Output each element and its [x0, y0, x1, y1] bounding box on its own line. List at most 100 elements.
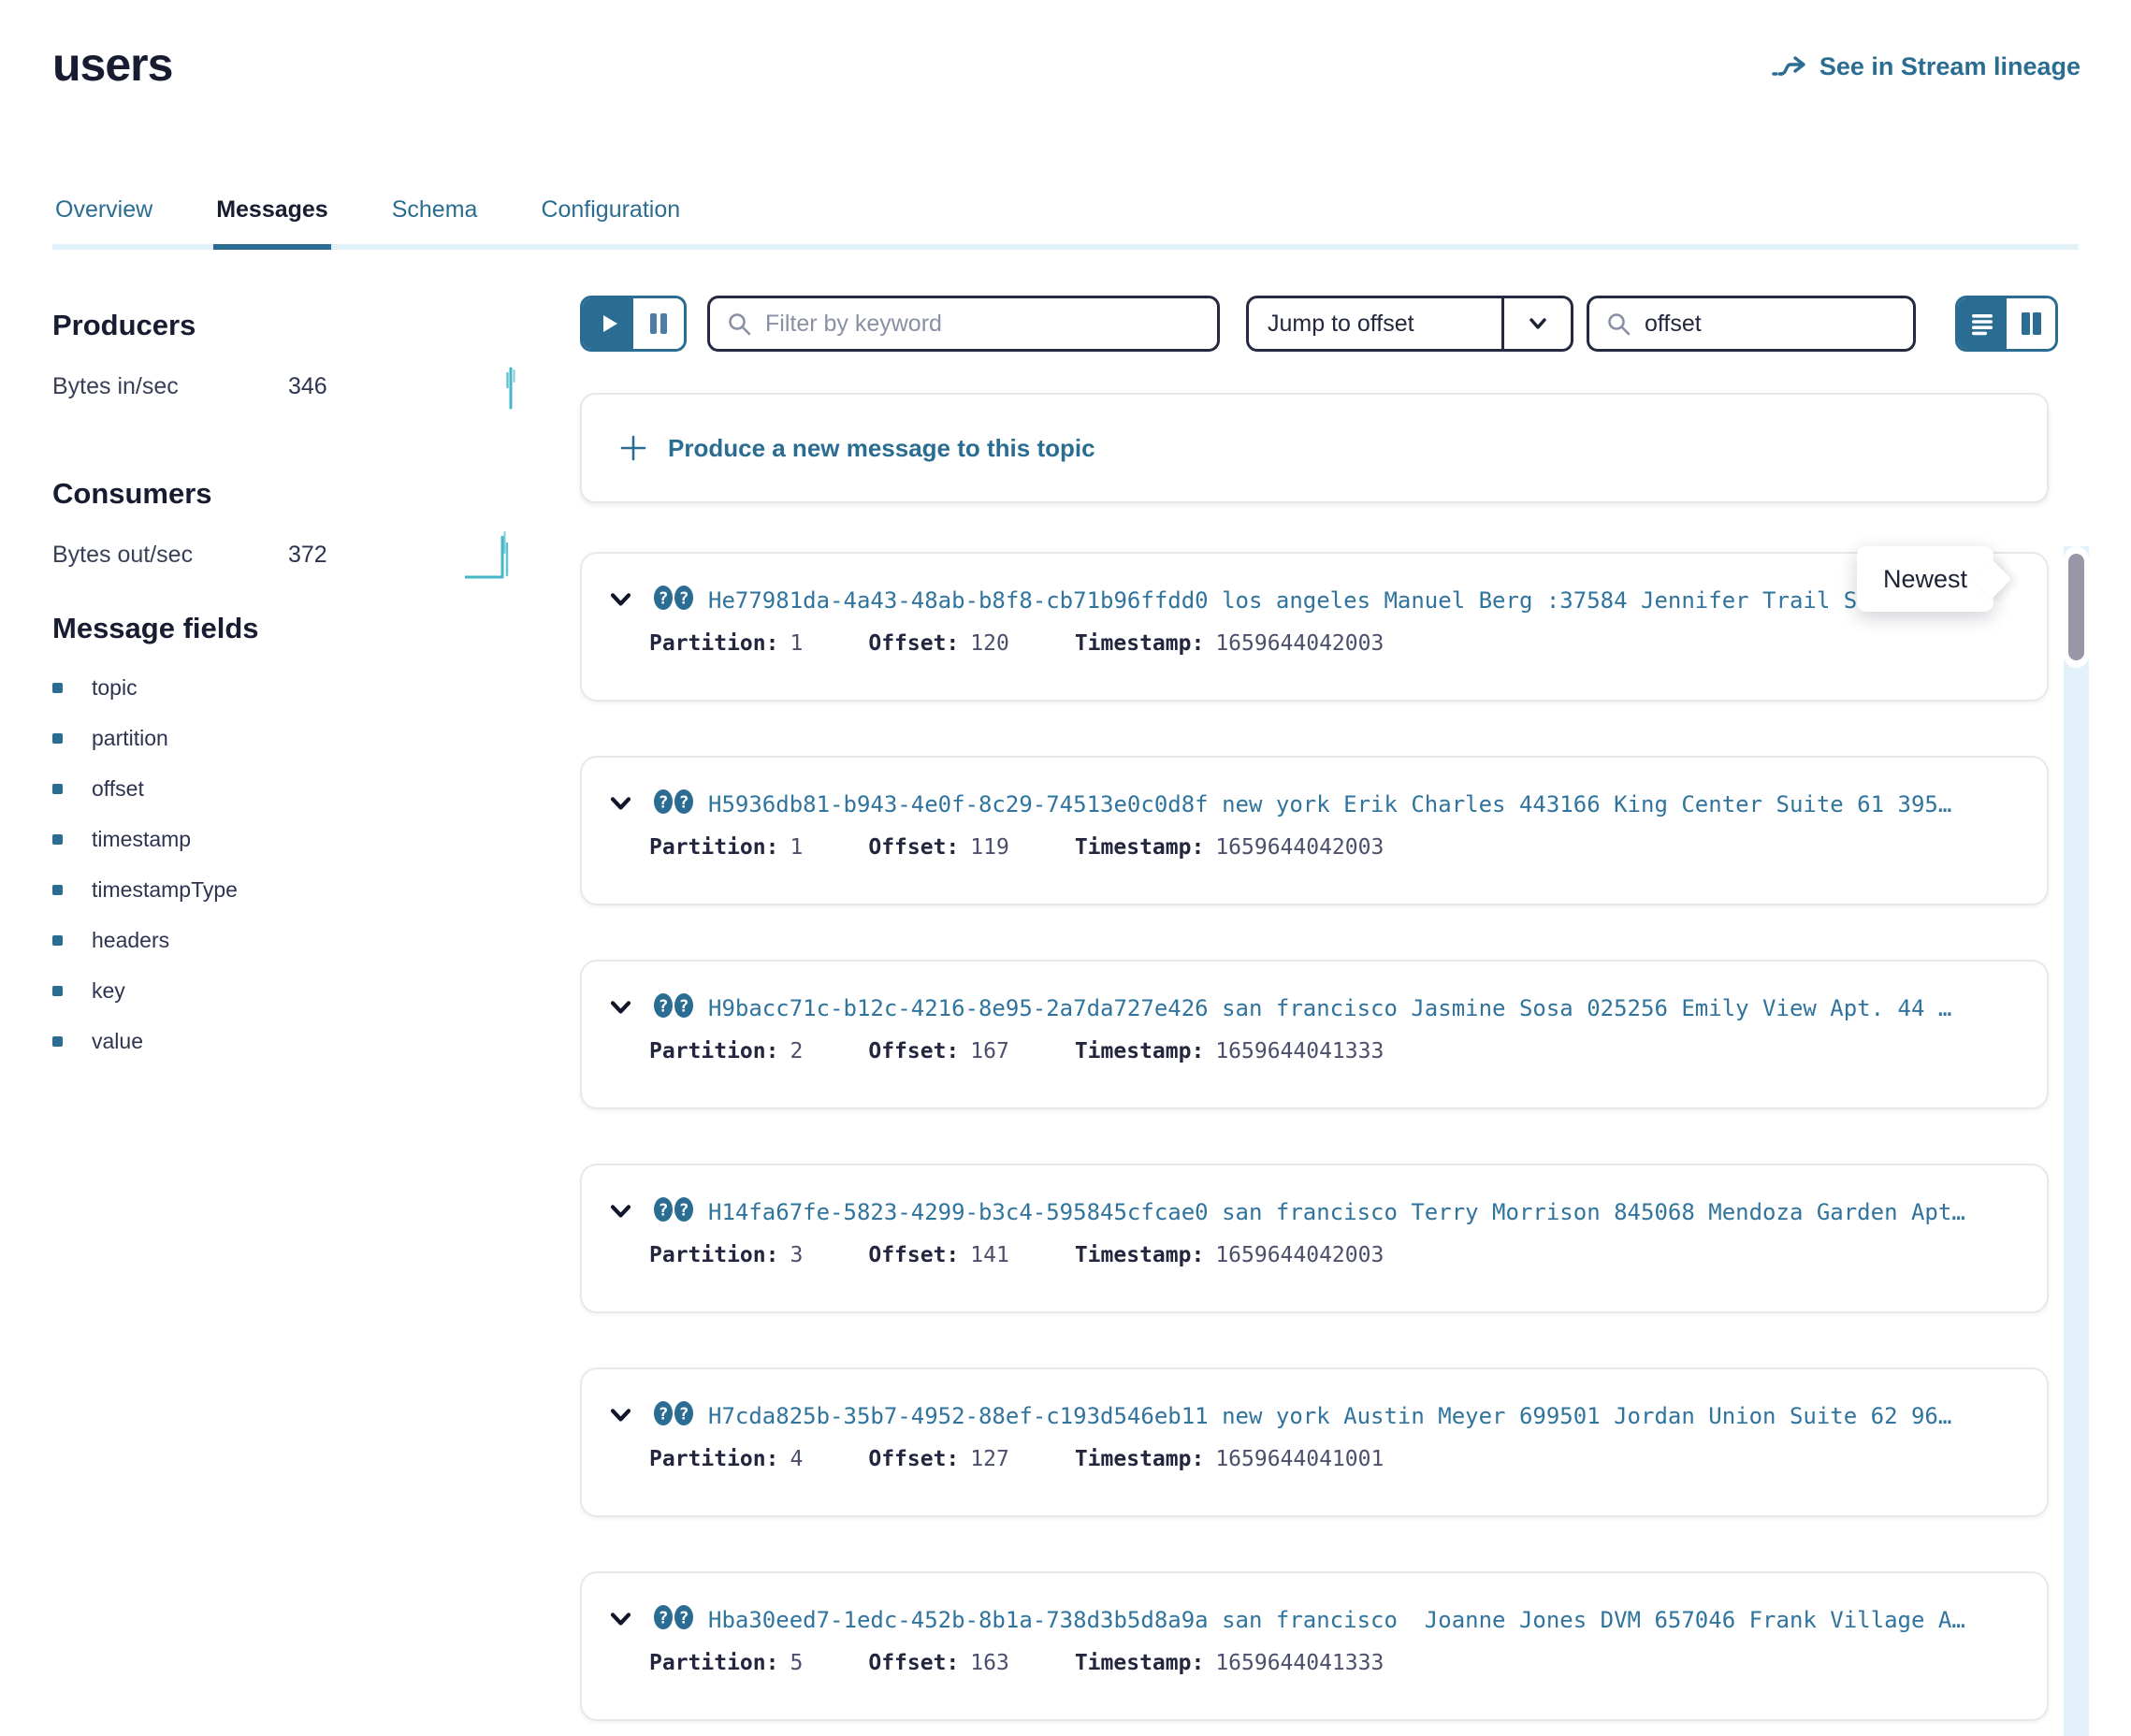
svg-text:?: ? [659, 793, 669, 813]
offset-meta: Offset: 119 [868, 835, 1008, 860]
offset-meta: Offset: 120 [868, 631, 1008, 656]
newest-tooltip-label: Newest [1883, 565, 1967, 594]
svg-text:?: ? [659, 1405, 669, 1425]
message-field-label: partition [92, 726, 168, 751]
square-bullet-icon [52, 683, 63, 693]
message-field-item[interactable]: offset [52, 763, 525, 814]
timestamp-meta: Timestamp: 1659644041001 [1075, 1447, 1384, 1471]
scrollbar-track[interactable] [2064, 546, 2089, 1736]
offset-label: Offset: [868, 1243, 959, 1267]
square-bullet-icon [52, 885, 63, 895]
timestamp-value: 1659644041333 [1215, 1039, 1384, 1063]
offset-label: Offset: [868, 1039, 959, 1063]
expand-chevron-icon[interactable] [608, 587, 633, 613]
jump-to-offset-select[interactable]: Jump to offset [1246, 296, 1573, 352]
partition-meta: Partition: 1 [649, 835, 803, 860]
format-unknown-icons: ? ? [652, 1195, 695, 1228]
message-key-summary: Hba30eed7-1edc-452b-8b1a-738d3b5d8a9a sa… [708, 1607, 2022, 1633]
lineage-link-label: See in Stream lineage [1819, 52, 2080, 81]
timestamp-value: 1659644042003 [1215, 835, 1384, 860]
expand-chevron-icon[interactable] [608, 1199, 633, 1224]
offset-value: 127 [970, 1447, 1009, 1471]
scrollbar-thumb[interactable] [2068, 554, 2084, 660]
timestamp-meta: Timestamp: 1659644042003 [1075, 835, 1384, 860]
message-field-item[interactable]: timestampType [52, 864, 525, 915]
format-unknown-icons: ? ? [652, 788, 695, 820]
message-row[interactable]: ? ? H14fa67fe-5823-4299-b3c4-595845cfcae… [580, 1164, 2049, 1313]
svg-text:?: ? [659, 589, 669, 609]
offset-label: Offset: [868, 631, 959, 656]
pause-icon [645, 311, 672, 337]
produce-message-label: Produce a new message to this topic [668, 434, 1095, 463]
expand-chevron-icon[interactable] [608, 995, 633, 1020]
partition-value: 1 [790, 631, 803, 656]
keyword-filter[interactable] [707, 296, 1220, 352]
offset-label: Offset: [868, 1447, 959, 1471]
message-row[interactable]: ? ? H5936db81-b943-4e0f-8c29-74513e0c0d8… [580, 756, 2049, 905]
filter-input[interactable] [765, 311, 1200, 338]
message-row[interactable]: ? ? H9bacc71c-b12c-4216-8e95-2a7da727e42… [580, 960, 2049, 1109]
partition-label: Partition: [649, 835, 778, 860]
play-button[interactable] [583, 298, 633, 349]
format-unknown-icons: ? ? [652, 1399, 695, 1432]
list-view-button[interactable] [1958, 298, 2007, 349]
message-field-item[interactable]: topic [52, 662, 525, 713]
offset-value: 167 [970, 1039, 1009, 1063]
square-bullet-icon [52, 935, 63, 946]
offset-meta: Offset: 163 [868, 1651, 1008, 1675]
lineage-arrow-icon [1771, 53, 1808, 81]
message-row[interactable]: ? ? H7cda825b-35b7-4952-88ef-c193d546eb1… [580, 1367, 2049, 1517]
format-unknown-icons: ? ? [652, 991, 695, 1024]
tab[interactable]: Schema [389, 189, 481, 244]
tab[interactable]: Messages [213, 189, 331, 250]
offset-value: 120 [970, 631, 1009, 656]
message-key-summary: He77981da-4a43-48ab-b8f8-cb71b96ffdd0 lo… [708, 587, 2022, 614]
tab[interactable]: Configuration [538, 189, 683, 244]
message-field-item[interactable]: partition [52, 713, 525, 763]
pause-button[interactable] [633, 298, 684, 349]
timestamp-label: Timestamp: [1075, 1651, 1204, 1675]
format-unknown-icons: ? ? [652, 584, 695, 616]
timestamp-meta: Timestamp: 1659644042003 [1075, 1243, 1384, 1267]
expand-chevron-icon[interactable] [608, 1403, 633, 1428]
bytes-in-sparkline [497, 357, 525, 416]
messages-toolbar: Jump to offset [580, 296, 2058, 352]
produce-message-button[interactable]: Produce a new message to this topic [580, 393, 2049, 503]
message-list: ? ? He77981da-4a43-48ab-b8f8-cb71b96ffdd… [580, 552, 2058, 1721]
partition-meta: Partition: 2 [649, 1039, 803, 1063]
message-row[interactable]: ? ? He77981da-4a43-48ab-b8f8-cb71b96ffdd… [580, 552, 2049, 702]
timestamp-meta: Timestamp: 1659644041333 [1075, 1651, 1384, 1675]
offset-input[interactable] [1645, 311, 1896, 338]
message-field-label: offset [92, 776, 144, 802]
message-fields-heading: Message fields [52, 612, 525, 645]
svg-text:?: ? [679, 1405, 689, 1425]
offset-search[interactable] [1587, 296, 1916, 352]
stream-lineage-link[interactable]: See in Stream lineage [1771, 52, 2080, 81]
svg-text:?: ? [679, 1201, 689, 1221]
view-mode-toggle [1955, 296, 2058, 352]
timestamp-label: Timestamp: [1075, 1039, 1204, 1063]
expand-chevron-icon[interactable] [608, 791, 633, 817]
column-view-button[interactable] [2007, 298, 2055, 349]
tab[interactable]: Overview [52, 189, 155, 244]
message-key-summary: H7cda825b-35b7-4952-88ef-c193d546eb11 ne… [708, 1403, 2022, 1429]
play-pause-toggle [580, 296, 687, 352]
svg-text:?: ? [659, 997, 669, 1017]
svg-text:?: ? [659, 1201, 669, 1221]
message-field-item[interactable]: value [52, 1016, 525, 1066]
consumers-metric-row: Bytes out/sec 372 [52, 533, 525, 576]
message-row[interactable]: ? ? Hba30eed7-1edc-452b-8b1a-738d3b5d8a9… [580, 1571, 2049, 1721]
chevron-down-icon[interactable] [1501, 298, 1571, 349]
message-field-item[interactable]: key [52, 965, 525, 1016]
scrollbar-pill [2064, 546, 2089, 668]
message-field-item[interactable]: timestamp [52, 814, 525, 864]
jump-select-value: Jump to offset [1249, 298, 1501, 349]
offset-meta: Offset: 127 [868, 1447, 1008, 1471]
timestamp-value: 1659644041333 [1215, 1651, 1384, 1675]
message-field-item[interactable]: headers [52, 915, 525, 965]
expand-chevron-icon[interactable] [608, 1607, 633, 1632]
newest-tooltip: Newest [1857, 546, 1993, 612]
partition-label: Partition: [649, 1243, 778, 1267]
message-field-label: headers [92, 928, 169, 953]
timestamp-meta: Timestamp: 1659644041333 [1075, 1039, 1384, 1063]
